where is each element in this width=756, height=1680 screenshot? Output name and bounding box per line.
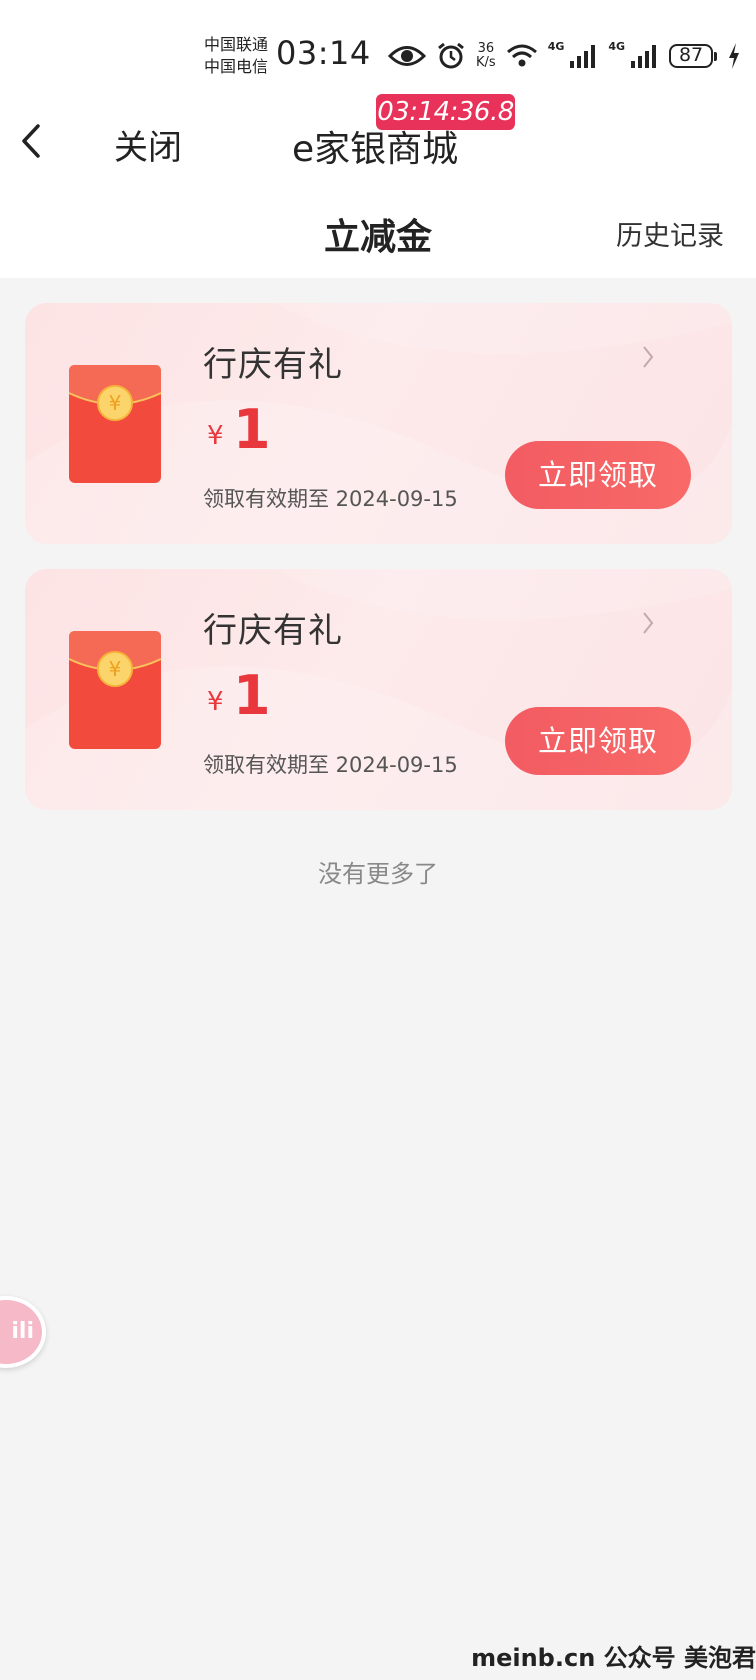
signal-icon bbox=[631, 45, 657, 68]
coupon-card[interactable]: ¥ 行庆有礼 ¥ 1 领取有效期至 2024-09-15 立即领取 bbox=[25, 303, 732, 544]
status-icons: 36 K/s 4G 4G 87 bbox=[388, 36, 741, 76]
floating-assistant-button[interactable]: ili bbox=[0, 1296, 46, 1368]
net-speed: 36 K/s bbox=[476, 41, 496, 70]
claim-button[interactable]: 立即领取 bbox=[505, 707, 691, 775]
coupon-card[interactable]: ¥ 行庆有礼 ¥ 1 领取有效期至 2024-09-15 立即领取 bbox=[25, 569, 732, 810]
status-time: 03:14 bbox=[276, 34, 371, 72]
svg-text:¥: ¥ bbox=[109, 657, 122, 681]
currency-symbol: ¥ bbox=[207, 421, 224, 451]
red-envelope-icon: ¥ bbox=[68, 365, 162, 483]
carrier-1: 中国联通 bbox=[204, 35, 269, 54]
red-envelope-icon: ¥ bbox=[68, 631, 162, 749]
eye-icon bbox=[388, 46, 426, 66]
validity-text: 领取有效期至 2024-09-15 bbox=[203, 753, 458, 777]
history-link[interactable]: 历史记录 bbox=[616, 214, 724, 253]
validity-text: 领取有效期至 2024-09-15 bbox=[203, 487, 458, 511]
chevron-left-icon[interactable] bbox=[18, 122, 46, 160]
claim-button[interactable]: 立即领取 bbox=[505, 441, 691, 509]
no-more-hint: 没有更多了 bbox=[318, 860, 438, 888]
net-type-2: 4G bbox=[608, 40, 626, 53]
signal-icon bbox=[570, 45, 596, 68]
watermark: meinb.cn 公众号 美泡君 bbox=[471, 1644, 756, 1672]
currency-symbol: ¥ bbox=[207, 687, 224, 717]
coupon-title: 行庆有礼 bbox=[203, 611, 343, 651]
svg-text:¥: ¥ bbox=[109, 391, 122, 415]
wifi-icon bbox=[506, 44, 537, 67]
page-title: e家银商城 bbox=[292, 129, 459, 170]
close-button[interactable]: 关闭 bbox=[114, 120, 182, 169]
battery-icon: 87 bbox=[669, 44, 718, 68]
coupon-title: 行庆有礼 bbox=[203, 345, 343, 385]
charging-icon bbox=[729, 43, 740, 69]
carrier-2: 中国电信 bbox=[204, 57, 269, 76]
coupon-amount: 1 bbox=[233, 398, 271, 461]
alarm-icon bbox=[438, 42, 464, 69]
carrier-labels: 中国联通 中国电信 bbox=[204, 34, 268, 78]
chevron-right-icon[interactable] bbox=[641, 609, 655, 637]
battery-level: 87 bbox=[669, 44, 714, 68]
chevron-right-icon[interactable] bbox=[641, 343, 655, 371]
net-type-1: 4G bbox=[547, 40, 565, 53]
coupon-amount: 1 bbox=[233, 664, 271, 727]
